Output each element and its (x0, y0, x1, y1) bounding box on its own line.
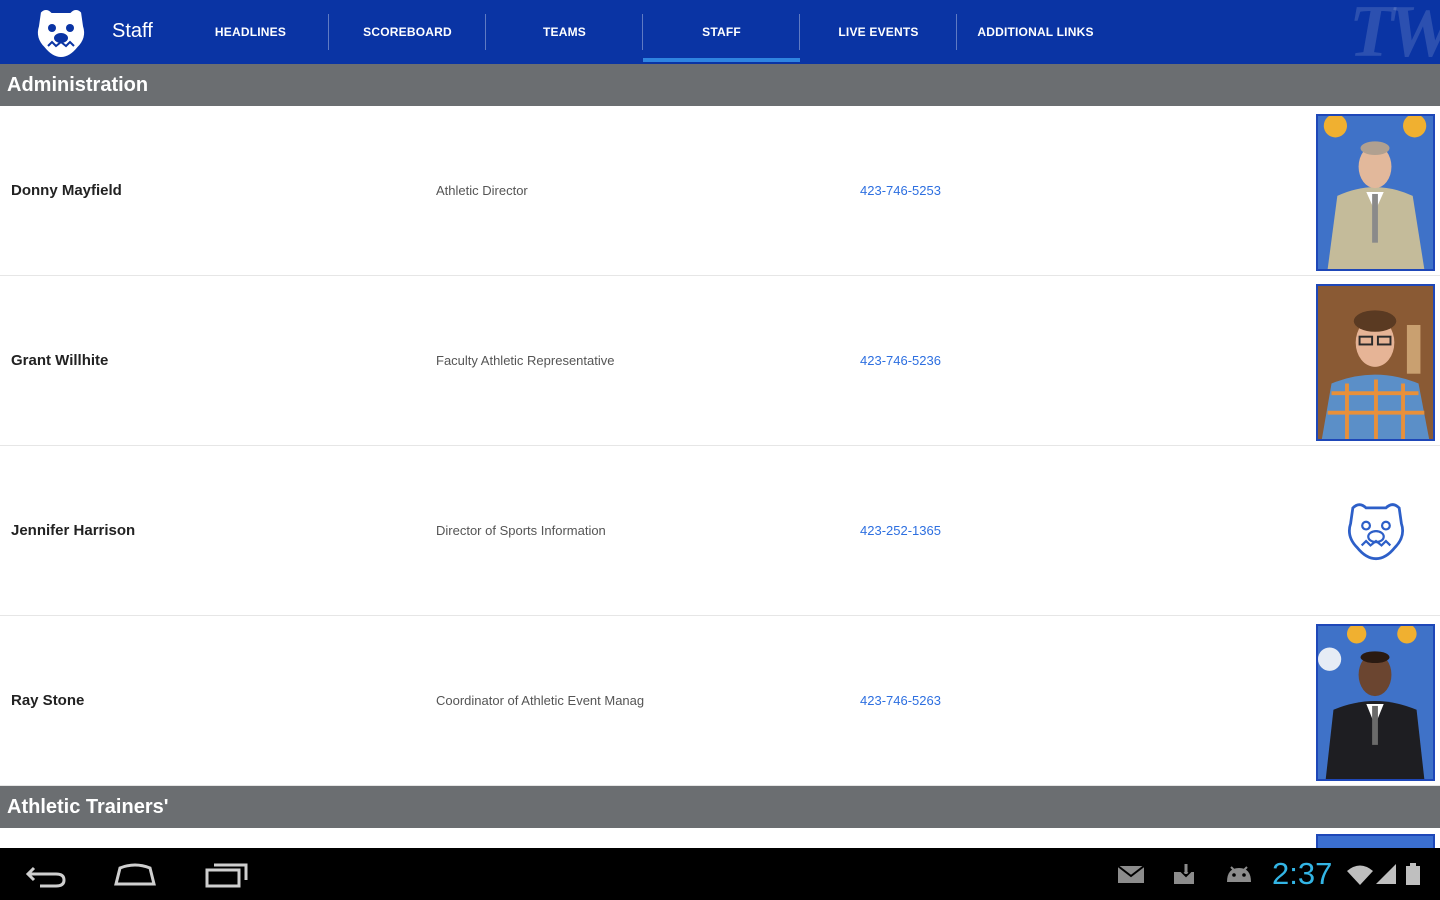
staff-phone-link[interactable]: 423-746-5263 (860, 693, 941, 708)
tab-bar: HEADLINES SCOREBOARD TEAMS STAFF LIVE EV… (172, 0, 1114, 64)
tab-scoreboard[interactable]: SCOREBOARD (329, 0, 486, 64)
staff-role: Faculty Athletic Representative (436, 353, 615, 368)
bulldog-logo-icon (1348, 503, 1404, 561)
staff-role: Coordinator of Athletic Event Manag (436, 693, 645, 708)
staff-row[interactable]: Donny Mayfield Athletic Director 423-746… (0, 106, 1440, 276)
download-icon (1174, 864, 1194, 884)
battery-icon (1406, 863, 1420, 885)
gmail-icon (1117, 865, 1145, 883)
section-header-administration: Administration (0, 64, 1440, 106)
app-title: Staff (112, 20, 153, 42)
clock: 2:37 (1272, 856, 1333, 891)
home-icon[interactable] (110, 858, 160, 890)
tab-selected-indicator (643, 58, 800, 62)
brand-watermark: TW (1349, 0, 1440, 64)
staff-row[interactable]: Grant Willhite Faculty Athletic Represen… (0, 276, 1440, 446)
staff-row[interactable]: Jennifer Harrison Director of Sports Inf… (0, 446, 1440, 616)
staff-photo (1316, 114, 1435, 271)
staff-role: Athletic Director (436, 183, 528, 198)
bulldog-logo-icon[interactable] (32, 4, 90, 60)
wifi-icon (1347, 865, 1373, 885)
tab-teams[interactable]: TEAMS (486, 0, 643, 64)
section-header-athletic-trainers: Athletic Trainers' (0, 786, 1440, 828)
system-navigation-bar: 2:37 (0, 848, 1440, 900)
staff-name: Ray Stone (11, 692, 85, 709)
staff-photo (1316, 284, 1435, 441)
staff-row[interactable]: Ray Stone Coordinator of Athletic Event … (0, 616, 1440, 786)
android-icon (1227, 866, 1251, 882)
staff-photo (1316, 624, 1435, 781)
staff-name: Grant Willhite (11, 352, 109, 369)
tab-label: HEADLINES (214, 25, 287, 39)
tab-additional-links[interactable]: ADDITIONAL LINKS (957, 0, 1114, 64)
staff-role: Director of Sports Information (436, 523, 606, 538)
tab-label: ADDITIONAL LINKS (977, 25, 1094, 39)
tab-label: STAFF (702, 25, 741, 39)
staff-photo (1316, 834, 1435, 848)
tab-label: LIVE EVENTS (838, 25, 919, 39)
staff-phone-link[interactable]: 423-746-5236 (860, 353, 941, 368)
signal-icon (1376, 864, 1396, 884)
staff-name: Jennifer Harrison (11, 522, 136, 539)
tab-label: SCOREBOARD (363, 25, 452, 39)
recent-apps-icon[interactable] (202, 858, 252, 890)
action-bar: Staff HEADLINES SCOREBOARD TEAMS STAFF L… (0, 0, 1440, 64)
tab-staff[interactable]: STAFF (643, 0, 800, 64)
tab-label: TEAMS (543, 25, 586, 39)
staff-phone-link[interactable]: 423-252-1365 (860, 523, 941, 538)
staff-name: Donny Mayfield (11, 182, 122, 199)
tab-headlines[interactable]: HEADLINES (172, 0, 329, 64)
tab-live-events[interactable]: LIVE EVENTS (800, 0, 957, 64)
staff-phone-link[interactable]: 423-746-5253 (860, 183, 941, 198)
back-icon[interactable] (20, 858, 70, 890)
